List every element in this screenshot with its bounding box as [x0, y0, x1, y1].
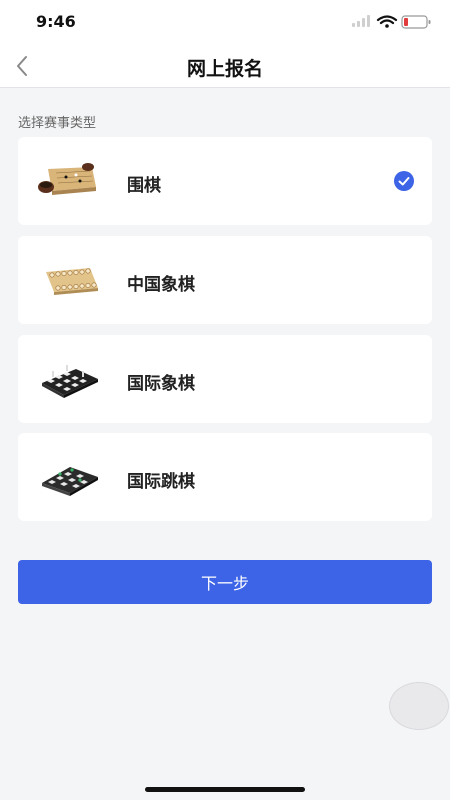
floating-assistive-button[interactable] [389, 682, 449, 730]
option-card-draughts[interactable]: 国际跳棋 [18, 433, 432, 521]
status-time: 9:46 [36, 12, 76, 31]
battery-icon [401, 15, 431, 29]
option-label: 国际象棋 [127, 374, 195, 394]
option-label: 中国象棋 [127, 275, 195, 295]
xiangqi-board-icon [46, 268, 98, 295]
option-label: 国际跳棋 [127, 472, 195, 492]
next-button[interactable]: 下一步 [18, 560, 432, 604]
option-card-xiangqi[interactable]: 中国象棋 [18, 236, 432, 324]
signal-icon [352, 15, 370, 27]
option-label: 围棋 [127, 176, 161, 196]
section-label: 选择赛事类型 [18, 116, 97, 131]
checkmark-circle-icon [394, 171, 414, 191]
option-card-go[interactable]: 围棋 [18, 137, 432, 225]
go-board-icon [38, 163, 96, 195]
option-card-chess[interactable]: 国际象棋 [18, 335, 432, 423]
status-icons [352, 14, 432, 34]
draughts-board-icon [42, 467, 98, 496]
page-title: 网上报名 [186, 58, 263, 80]
home-indicator [145, 787, 305, 792]
status-bar: 9:46 [0, 0, 450, 44]
nav-bar: 网上报名 [0, 44, 450, 88]
chess-board-icon [42, 365, 98, 398]
wifi-icon [376, 15, 398, 28]
